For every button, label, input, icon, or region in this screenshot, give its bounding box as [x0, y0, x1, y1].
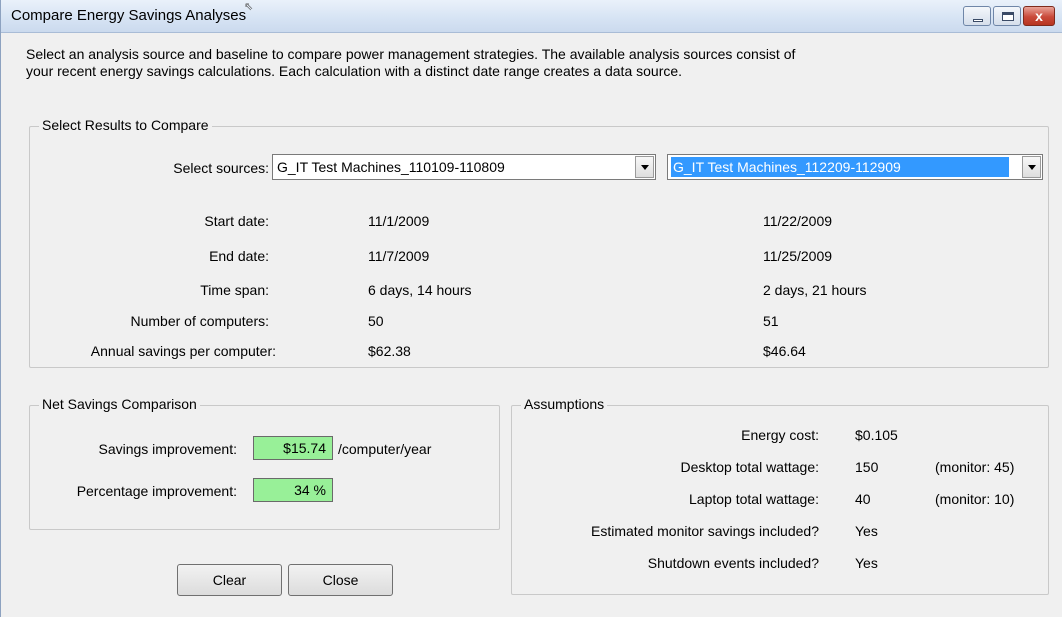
desktop-monitor-wattage: (monitor: 45) [935, 459, 1015, 475]
window-title: Compare Energy Savings Analyses [11, 7, 247, 24]
start-date-value-2: 11/22/2009 [763, 213, 833, 229]
energy-cost-label: Energy cost: [741, 427, 819, 443]
start-date-value-1: 11/1/2009 [368, 213, 430, 229]
time-span-value-1: 6 days, 14 hours [368, 282, 472, 298]
laptop-monitor-wattage: (monitor: 10) [935, 491, 1015, 507]
close-button[interactable]: Close [288, 564, 393, 596]
savings-improvement-value: $15.74 [253, 436, 333, 460]
start-date-label: Start date: [204, 213, 269, 229]
mouse-cursor-icon: ⇖ [244, 1, 254, 13]
source2-select[interactable]: G_IT Test Machines_112209-112909 [667, 154, 1043, 180]
close-window-button[interactable]: x [1023, 6, 1055, 26]
annual-savings-label: Annual savings per computer: [90, 343, 276, 359]
assumptions-legend: Assumptions [521, 396, 608, 412]
laptop-wattage-value: 40 [855, 491, 871, 507]
chevron-down-icon[interactable] [1022, 156, 1041, 178]
source1-select[interactable]: G_IT Test Machines_110109-110809 [272, 154, 656, 180]
percentage-improvement-label: Percentage improvement: [76, 483, 237, 499]
annual-savings-value-1: $62.38 [368, 343, 411, 359]
chevron-down-icon[interactable] [635, 156, 654, 178]
time-span-label: Time span: [200, 282, 269, 298]
end-date-value-2: 11/25/2009 [763, 248, 833, 264]
intro-line-2: your recent energy savings calculations.… [26, 63, 683, 79]
computers-value-1: 50 [368, 313, 384, 329]
results-legend: Select Results to Compare [39, 117, 212, 133]
window-controls: x [961, 6, 1055, 26]
minimize-button[interactable] [963, 6, 991, 26]
select-sources-label: Select sources: [173, 160, 269, 176]
shutdown-events-value: Yes [855, 555, 878, 571]
dialog-window: Compare Energy Savings Analyses ⇖ x Sele… [0, 0, 1062, 617]
energy-cost-value: $0.105 [855, 427, 898, 443]
computers-value-2: 51 [763, 313, 779, 329]
close-icon: x [1035, 8, 1043, 24]
shutdown-events-label: Shutdown events included? [647, 555, 819, 571]
net-savings-groupbox: Net Savings Comparison [29, 396, 500, 530]
clear-button[interactable]: Clear [177, 564, 282, 596]
savings-unit: /computer/year [338, 441, 432, 457]
monitor-savings-label: Estimated monitor savings included? [590, 523, 819, 539]
annual-savings-value-2: $46.64 [763, 343, 806, 359]
percentage-improvement-value: 34 % [253, 478, 333, 502]
maximize-button[interactable] [993, 6, 1021, 26]
title-bar[interactable]: Compare Energy Savings Analyses ⇖ x [1, 0, 1062, 33]
source2-value: G_IT Test Machines_112209-112909 [671, 157, 1009, 177]
laptop-wattage-label: Laptop total wattage: [689, 491, 819, 507]
maximize-icon [1002, 12, 1014, 21]
end-date-value-1: 11/7/2009 [368, 248, 430, 264]
minimize-icon [973, 19, 983, 22]
monitor-savings-value: Yes [855, 523, 878, 539]
intro-line-1: Select an analysis source and baseline t… [26, 46, 796, 62]
desktop-wattage-value: 150 [855, 459, 879, 475]
desktop-wattage-label: Desktop total wattage: [680, 459, 819, 475]
end-date-label: End date: [209, 248, 269, 264]
intro-text: Select an analysis source and baseline t… [26, 46, 1026, 80]
source1-value: G_IT Test Machines_110109-110809 [277, 159, 505, 175]
computers-label: Number of computers: [130, 313, 270, 329]
savings-improvement-label: Savings improvement: [98, 441, 237, 457]
time-span-value-2: 2 days, 21 hours [763, 282, 867, 298]
net-savings-legend: Net Savings Comparison [39, 396, 200, 412]
